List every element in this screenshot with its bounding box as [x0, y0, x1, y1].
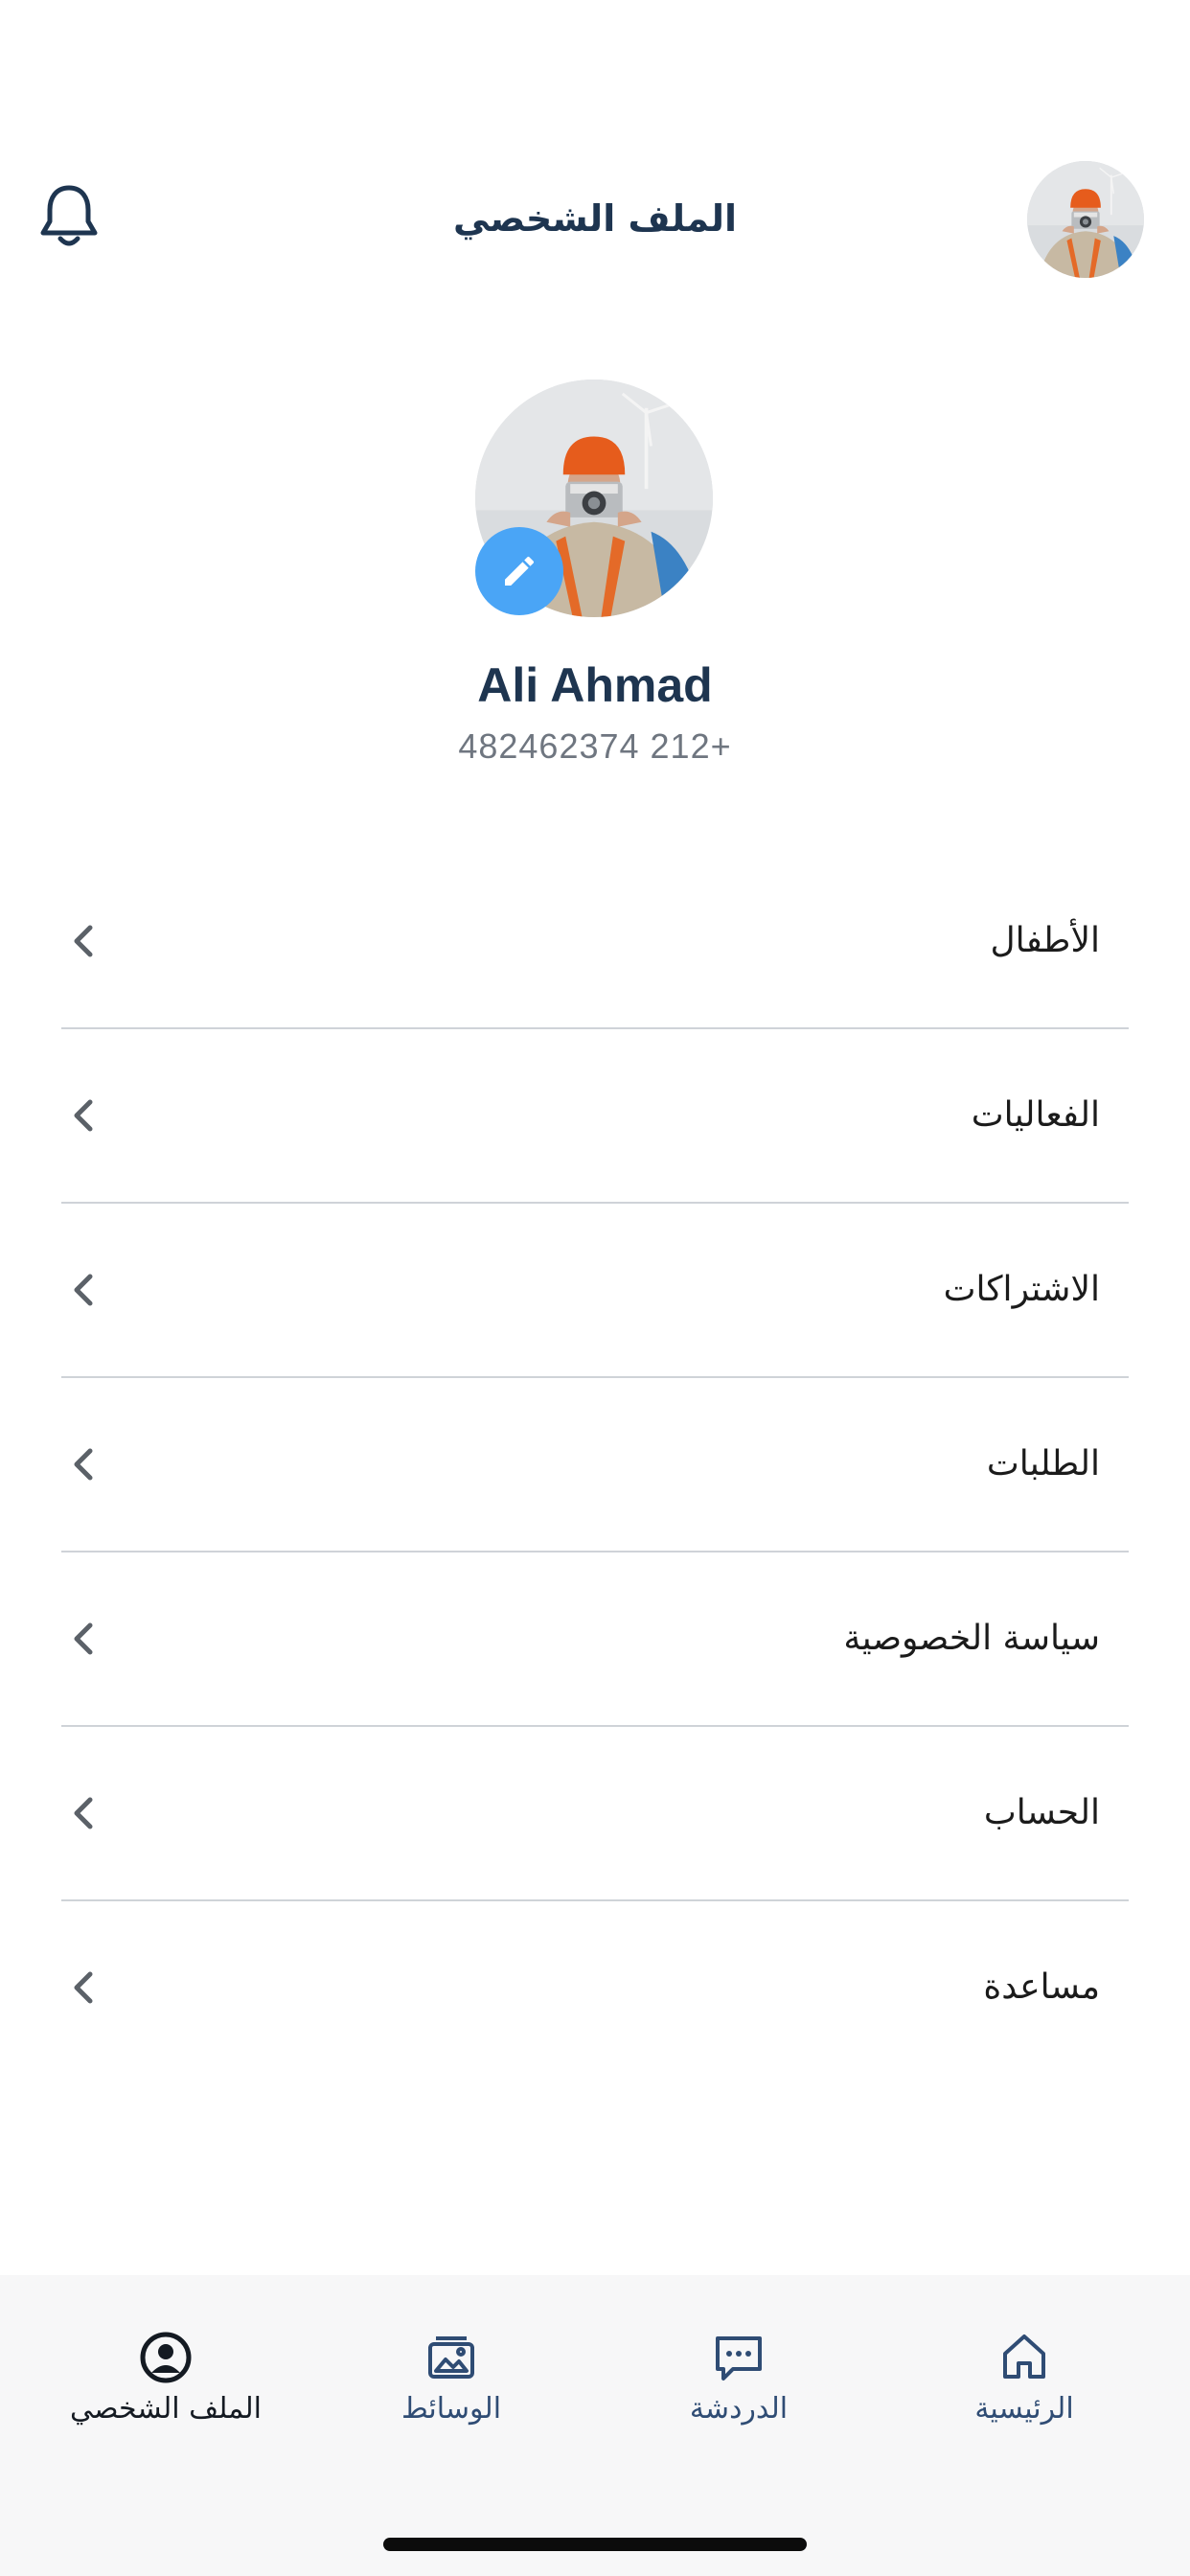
home-indicator[interactable] [383, 2538, 807, 2551]
edit-avatar-button[interactable] [475, 527, 563, 615]
menu-item-label: الاشتراكات [943, 1270, 1100, 1309]
chevron-left-icon [74, 1797, 93, 1829]
tab-label: الدردشة [689, 2392, 789, 2426]
top-header: الملف الشخصي [0, 134, 1190, 303]
menu-item-privacy-policy[interactable]: سياسة الخصوصية [61, 1552, 1129, 1727]
profile-screen: الملف الشخصي Ali Ahmad 482462374 212+ ال… [0, 0, 1190, 2576]
tab-profile[interactable]: الملف الشخصي [46, 2329, 286, 2453]
profile-phone: 482462374 212+ [458, 726, 732, 766]
tab-label: الملف الشخصي [70, 2392, 262, 2426]
profile-name: Ali Ahmad [477, 658, 713, 712]
media-icon [428, 2336, 474, 2379]
chevron-left-icon [74, 925, 93, 957]
tab-label: الرئيسية [974, 2392, 1074, 2426]
tab-chat[interactable]: الدردشة [619, 2329, 858, 2453]
home-icon [1003, 2334, 1045, 2379]
bottom-tab-bar: الملف الشخصي الوسائط الدردشة الرئيسية [0, 2275, 1190, 2576]
tab-home[interactable]: الرئيسية [904, 2329, 1144, 2453]
pencil-icon [505, 556, 535, 586]
menu-item-events[interactable]: الفعاليات [61, 1029, 1129, 1204]
menu-item-label: مساعدة [983, 1967, 1100, 2007]
profile-avatar-container [475, 380, 713, 617]
menu-item-children[interactable]: الأطفال [61, 855, 1129, 1029]
chevron-left-icon [74, 1971, 93, 2004]
page-title: الملف الشخصي [452, 197, 737, 240]
chevron-left-icon [74, 1099, 93, 1132]
menu-item-subscriptions[interactable]: الاشتراكات [61, 1204, 1129, 1378]
user-circle-icon [140, 2332, 192, 2383]
menu-item-help[interactable]: مساعدة [61, 1901, 1129, 2074]
menu-item-label: الأطفال [990, 921, 1100, 960]
menu-item-label: الفعاليات [971, 1095, 1100, 1135]
tab-label: الوسائط [400, 2392, 502, 2426]
menu-item-label: الحساب [983, 1793, 1100, 1832]
chevron-left-icon [74, 1622, 93, 1655]
chevron-left-icon [74, 1448, 93, 1481]
menu-item-label: الطلبات [986, 1444, 1100, 1484]
header-avatar[interactable] [1027, 161, 1144, 278]
tab-media[interactable]: الوسائط [332, 2329, 571, 2453]
settings-menu: الأطفال الفعاليات الاشتراكات الطلبات سيا… [61, 855, 1129, 2074]
menu-item-orders[interactable]: الطلبات [61, 1378, 1129, 1552]
menu-item-account[interactable]: الحساب [61, 1727, 1129, 1901]
chat-icon [716, 2336, 762, 2380]
menu-item-label: سياسة الخصوصية [843, 1619, 1100, 1658]
chevron-left-icon [74, 1274, 93, 1306]
